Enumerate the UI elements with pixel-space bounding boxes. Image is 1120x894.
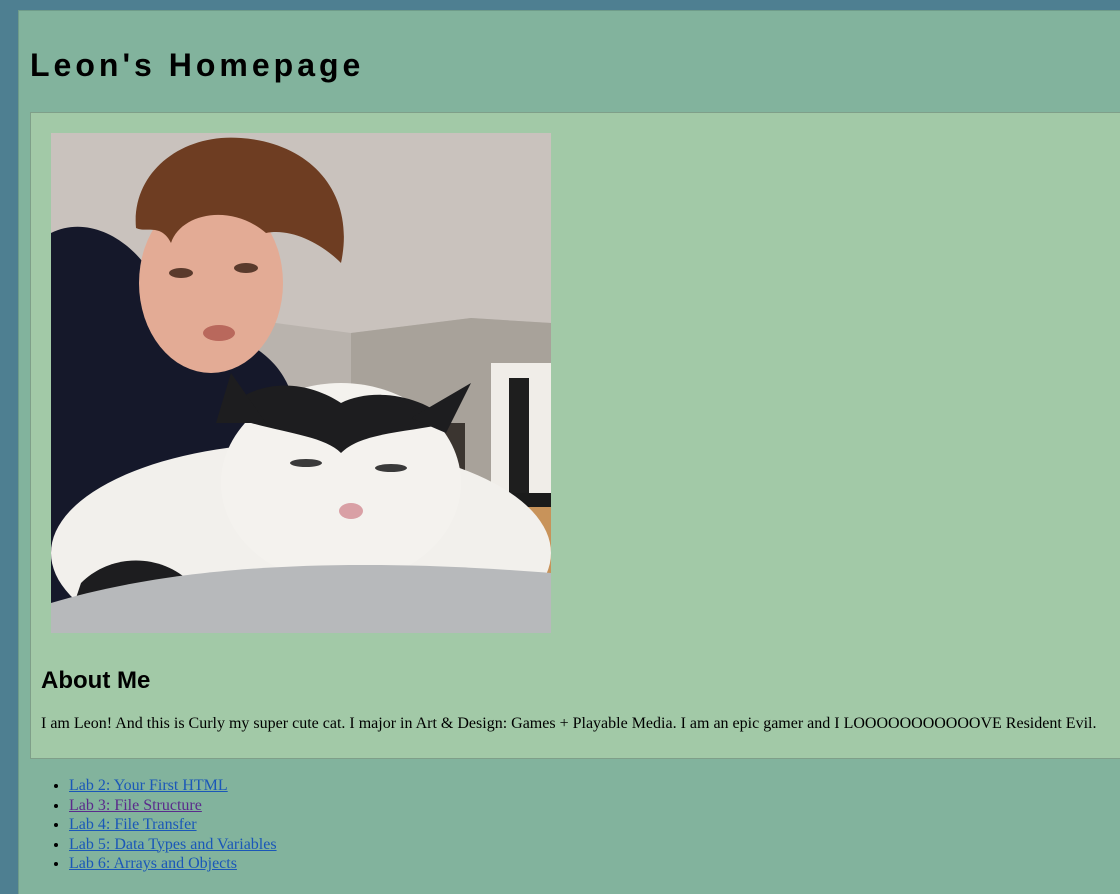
list-item: Lab 5: Data Types and Variables — [69, 835, 277, 855]
about-heading: About Me — [41, 667, 151, 694]
list-item: Lab 4: File Transfer — [69, 815, 277, 835]
lab-link-4[interactable]: Lab 4: File Transfer — [69, 816, 197, 833]
lab-link-3[interactable]: Lab 3: File Structure — [69, 797, 202, 814]
profile-photo — [51, 133, 551, 633]
about-section: About Me I am Leon! And this is Curly my… — [30, 112, 1120, 759]
about-text: I am Leon! And this is Curly my super cu… — [41, 715, 1097, 732]
list-item: Lab 3: File Structure — [69, 796, 277, 816]
page-body: Leon's Homepage About Me I am Leon! And … — [18, 10, 1120, 894]
lab-links-list: Lab 2: Your First HTML Lab 3: File Struc… — [29, 776, 277, 874]
lab-link-6[interactable]: Lab 6: Arrays and Objects — [69, 855, 237, 872]
lab-link-2[interactable]: Lab 2: Your First HTML — [69, 777, 228, 794]
page-title: Leon's Homepage — [30, 47, 365, 83]
lab-link-5[interactable]: Lab 5: Data Types and Variables — [69, 836, 277, 853]
list-item: Lab 6: Arrays and Objects — [69, 854, 277, 874]
list-item: Lab 2: Your First HTML — [69, 776, 277, 796]
